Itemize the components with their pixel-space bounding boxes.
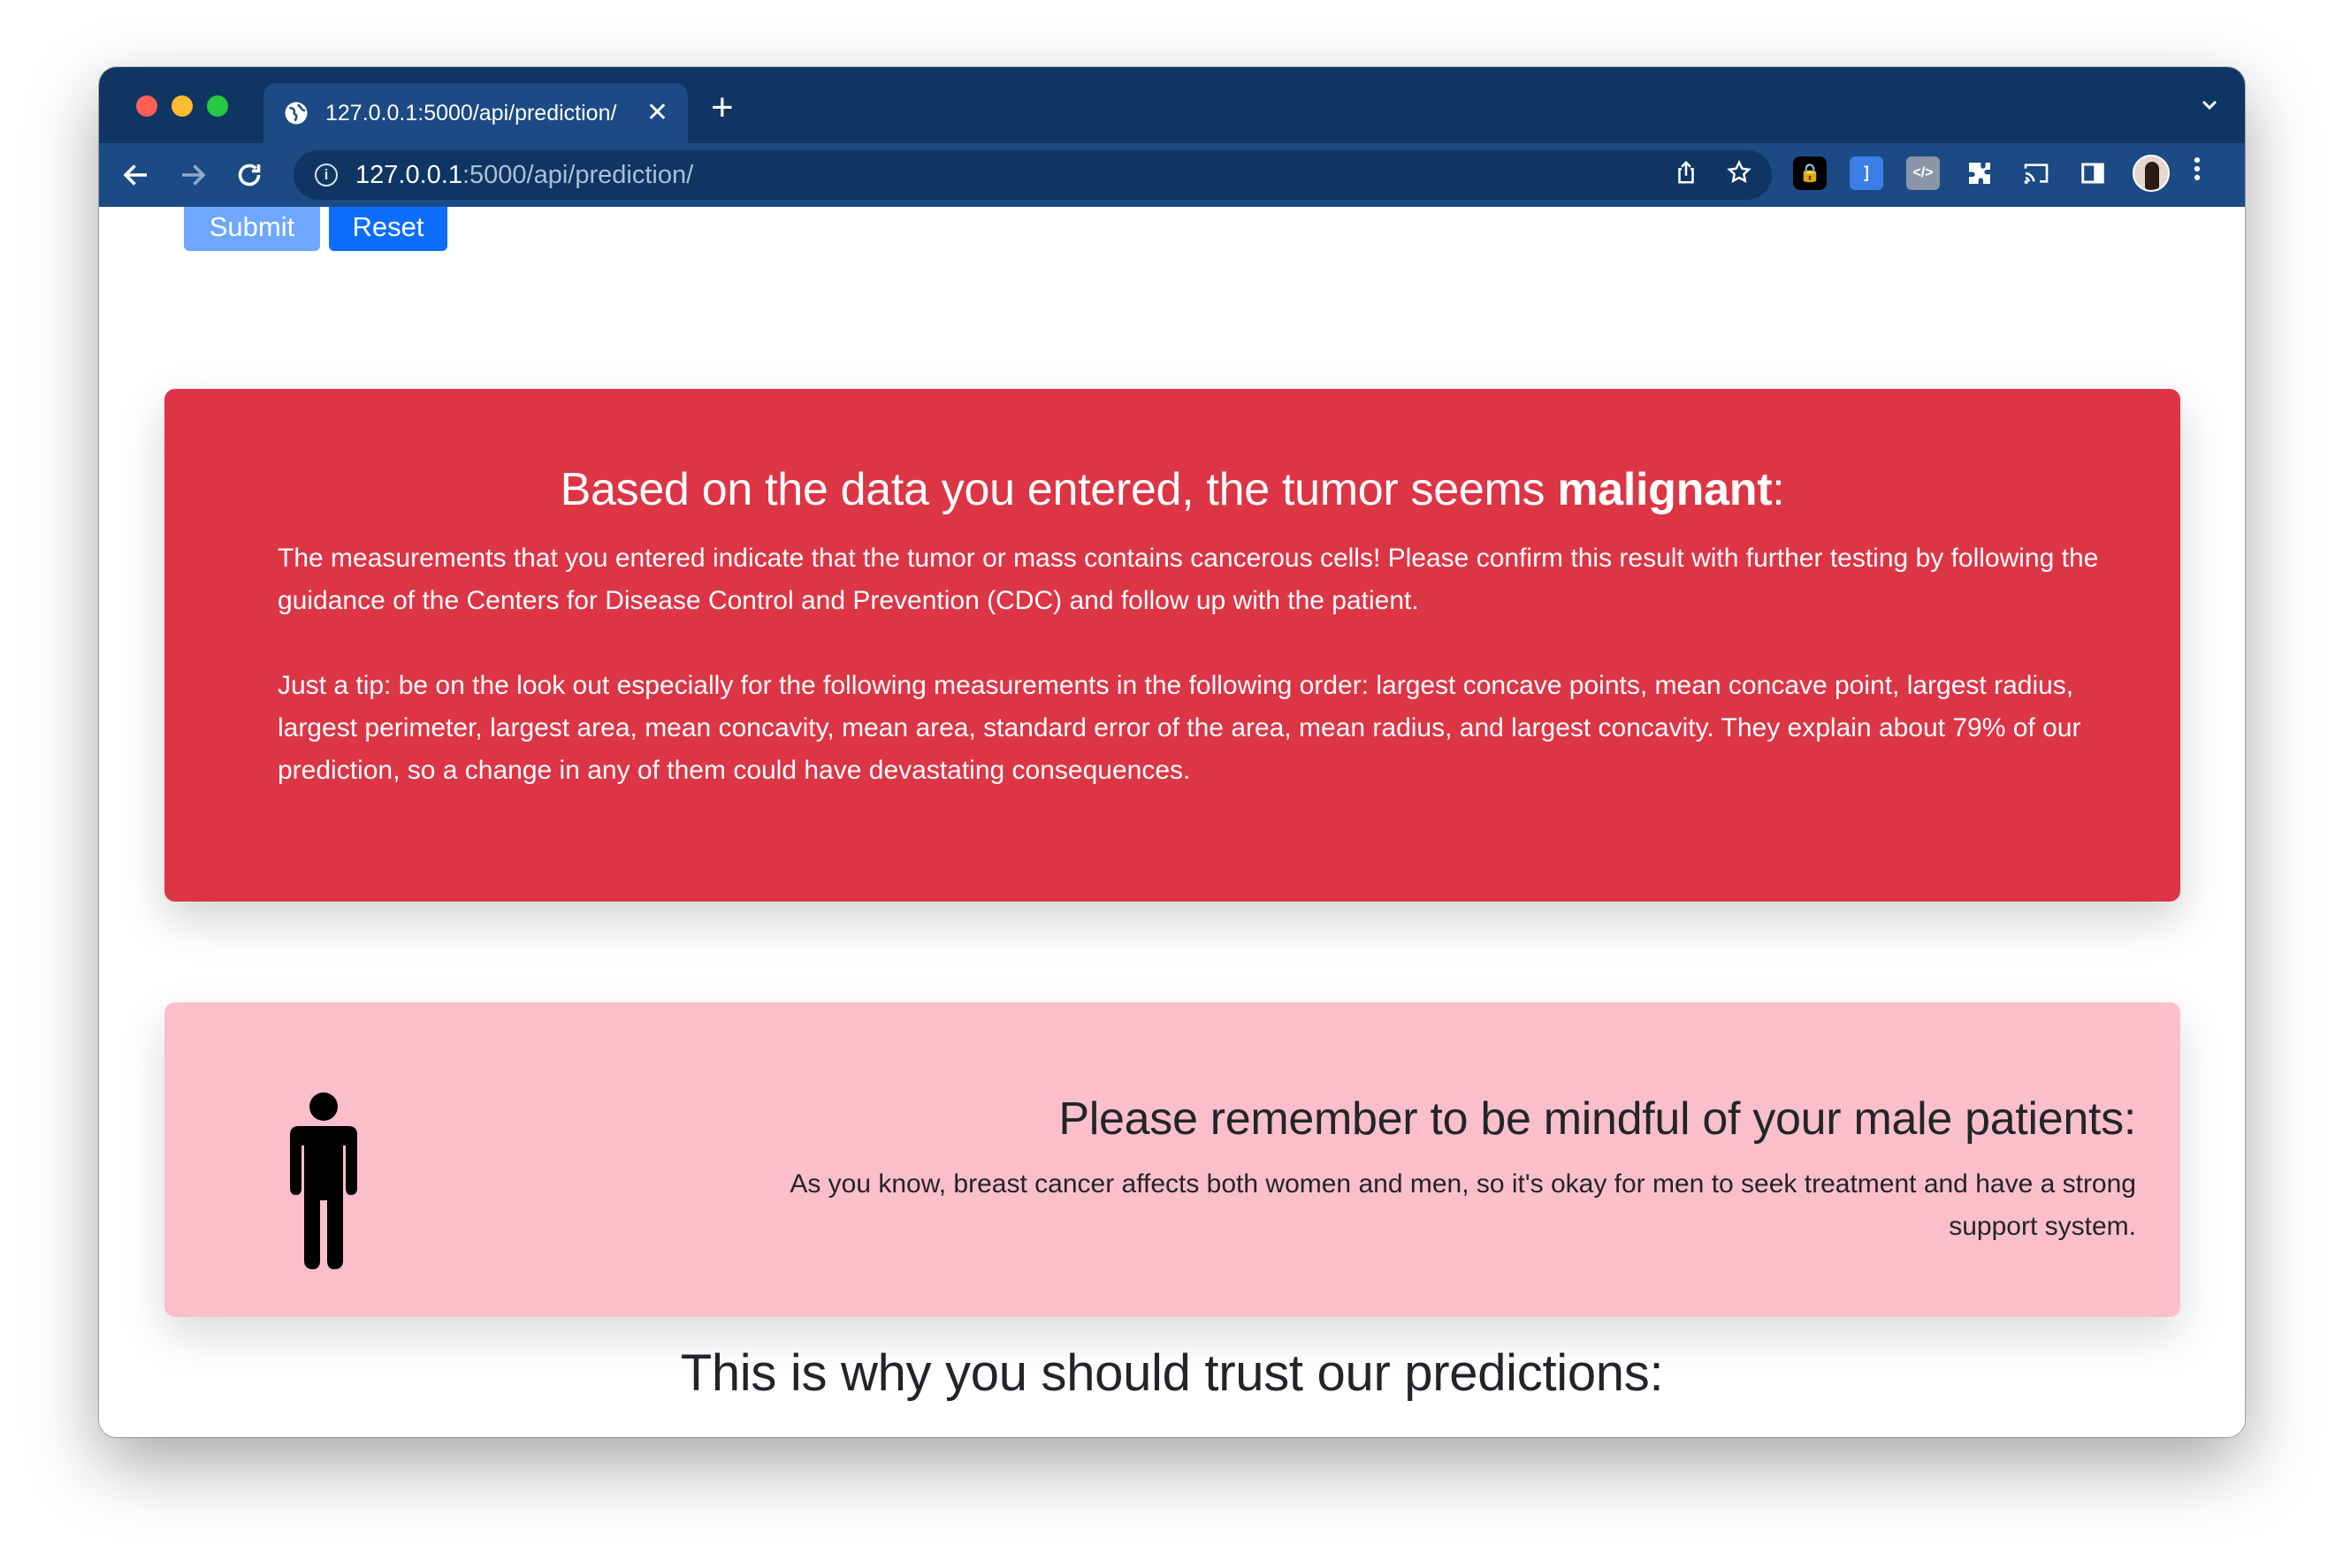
menu-kebab-icon[interactable] — [2193, 154, 2202, 192]
maximize-window-button[interactable] — [207, 95, 228, 117]
lock-extension-icon[interactable]: 🔒 — [1793, 156, 1827, 190]
globe-icon — [285, 102, 308, 125]
trust-heading: This is why you should trust our predict… — [680, 1344, 1664, 1402]
browser-toolbar: i 127.0.0.1 :5000/api/prediction/ 🔒 ] </… — [99, 143, 2245, 207]
result-tip-paragraph: Just a tip: be on the look out especiall… — [278, 671, 2081, 785]
result-heading: Based on the data you entered, the tumor… — [164, 463, 2180, 516]
url-host: 127.0.0.1 — [355, 160, 462, 189]
code-extension-icon[interactable]: </> — [1906, 156, 1940, 190]
submit-button[interactable]: Submit — [184, 207, 320, 251]
new-tab-button[interactable]: + — [711, 88, 734, 127]
result-paragraph: The measurements that you entered indica… — [278, 544, 2099, 615]
malignant-result-card: Based on the data you entered, the tumor… — [164, 389, 2180, 902]
reset-button[interactable]: Reset — [329, 207, 447, 251]
male-patients-text: As you know, breast cancer affects both … — [790, 1169, 2136, 1241]
bookmark-star-icon[interactable] — [1726, 159, 1752, 193]
male-patients-heading: Please remember to be mindful of your ma… — [1058, 1093, 2136, 1145]
side-panel-icon[interactable] — [2076, 156, 2110, 190]
result-heading-emphasis: malignant — [1557, 464, 1773, 515]
back-arrow-icon[interactable] — [117, 156, 156, 203]
tab-search-chevron-icon[interactable] — [2199, 94, 2220, 121]
browser-window: 127.0.0.1:5000/api/prediction/ ✕ + i 127… — [99, 67, 2245, 1437]
forward-arrow-icon[interactable] — [173, 156, 212, 203]
share-icon[interactable] — [1673, 159, 1699, 193]
close-window-button[interactable] — [136, 95, 157, 117]
profile-avatar[interactable] — [2133, 154, 2170, 192]
page-content: Submit Reset Based on the data you enter… — [99, 207, 2245, 1437]
male-patients-card: Please remember to be mindful of your ma… — [164, 1002, 2180, 1317]
tab-strip: 127.0.0.1:5000/api/prediction/ ✕ + — [99, 67, 2245, 143]
address-bar[interactable]: i 127.0.0.1 :5000/api/prediction/ — [294, 150, 1772, 200]
extensions-row: 🔒 ] </> — [1793, 154, 2202, 192]
male-person-icon — [290, 1092, 357, 1269]
url-path: :5000/api/prediction/ — [462, 160, 694, 189]
minimize-window-button[interactable] — [172, 95, 193, 117]
reload-icon[interactable] — [230, 156, 269, 203]
browser-tab[interactable]: 127.0.0.1:5000/api/prediction/ ✕ — [263, 83, 688, 143]
blue-extension-icon[interactable]: ] — [1850, 156, 1883, 190]
tab-title: 127.0.0.1:5000/api/prediction/ — [325, 100, 617, 126]
tab-close-icon[interactable]: ✕ — [646, 100, 668, 126]
result-heading-suffix: : — [1772, 464, 1785, 515]
screen: 127.0.0.1:5000/api/prediction/ ✕ + i 127… — [0, 0, 2343, 1568]
cast-icon[interactable] — [2019, 156, 2053, 190]
site-info-icon[interactable]: i — [315, 164, 338, 186]
result-heading-prefix: Based on the data you entered, the tumor… — [560, 464, 1558, 515]
extension-icon[interactable] — [1963, 156, 1996, 190]
